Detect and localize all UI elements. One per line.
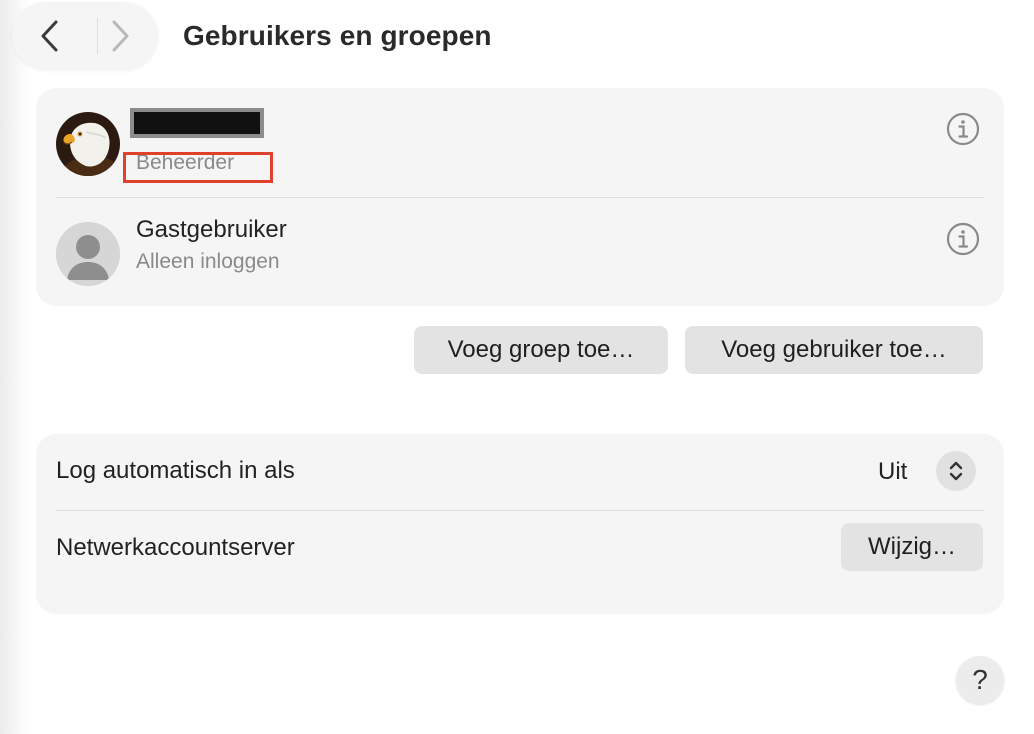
highlight-annotation xyxy=(123,152,273,183)
chevron-left-icon xyxy=(41,20,58,52)
guest-user-name: Gastgebruiker xyxy=(136,216,287,243)
auto-login-popup-button[interactable] xyxy=(936,451,976,491)
network-server-label: Netwerkaccountserver xyxy=(56,534,295,561)
user-row-admin[interactable]: Beheerder xyxy=(36,88,1004,198)
info-icon[interactable] xyxy=(945,221,981,257)
auto-login-value[interactable]: Uit xyxy=(878,458,907,486)
eagle-avatar xyxy=(56,112,120,176)
chevron-up-down-icon xyxy=(949,461,963,481)
users-list: Beheerder Gastgebruiker Alleen inloggen xyxy=(36,88,1004,306)
add-group-button[interactable]: Voeg groep toe… xyxy=(414,326,668,374)
help-button[interactable]: ? xyxy=(956,656,1004,704)
login-settings: Log automatisch in als Uit Netwerkaccoun… xyxy=(36,434,1004,614)
window-edge-shadow xyxy=(0,0,30,734)
guest-role-label: Alleen inloggen xyxy=(136,250,280,273)
redacted-user-name xyxy=(130,108,264,138)
edit-network-server-button[interactable]: Wijzig… xyxy=(841,523,983,571)
auto-login-row: Log automatisch in als Uit xyxy=(36,434,1004,510)
chevron-right-icon xyxy=(112,20,129,52)
add-user-button[interactable]: Voeg gebruiker toe… xyxy=(685,326,983,374)
back-button[interactable] xyxy=(14,2,86,70)
navigation-control xyxy=(12,2,158,70)
info-icon[interactable] xyxy=(945,111,981,147)
network-server-row: Netwerkaccountserver Wijzig… xyxy=(36,511,1004,591)
auto-login-label: Log automatisch in als xyxy=(56,457,295,484)
person-avatar-icon xyxy=(56,222,120,286)
forward-button[interactable] xyxy=(84,2,156,70)
page-title: Gebruikers en groepen xyxy=(183,20,492,51)
user-row-guest[interactable]: Gastgebruiker Alleen inloggen xyxy=(36,198,1004,306)
